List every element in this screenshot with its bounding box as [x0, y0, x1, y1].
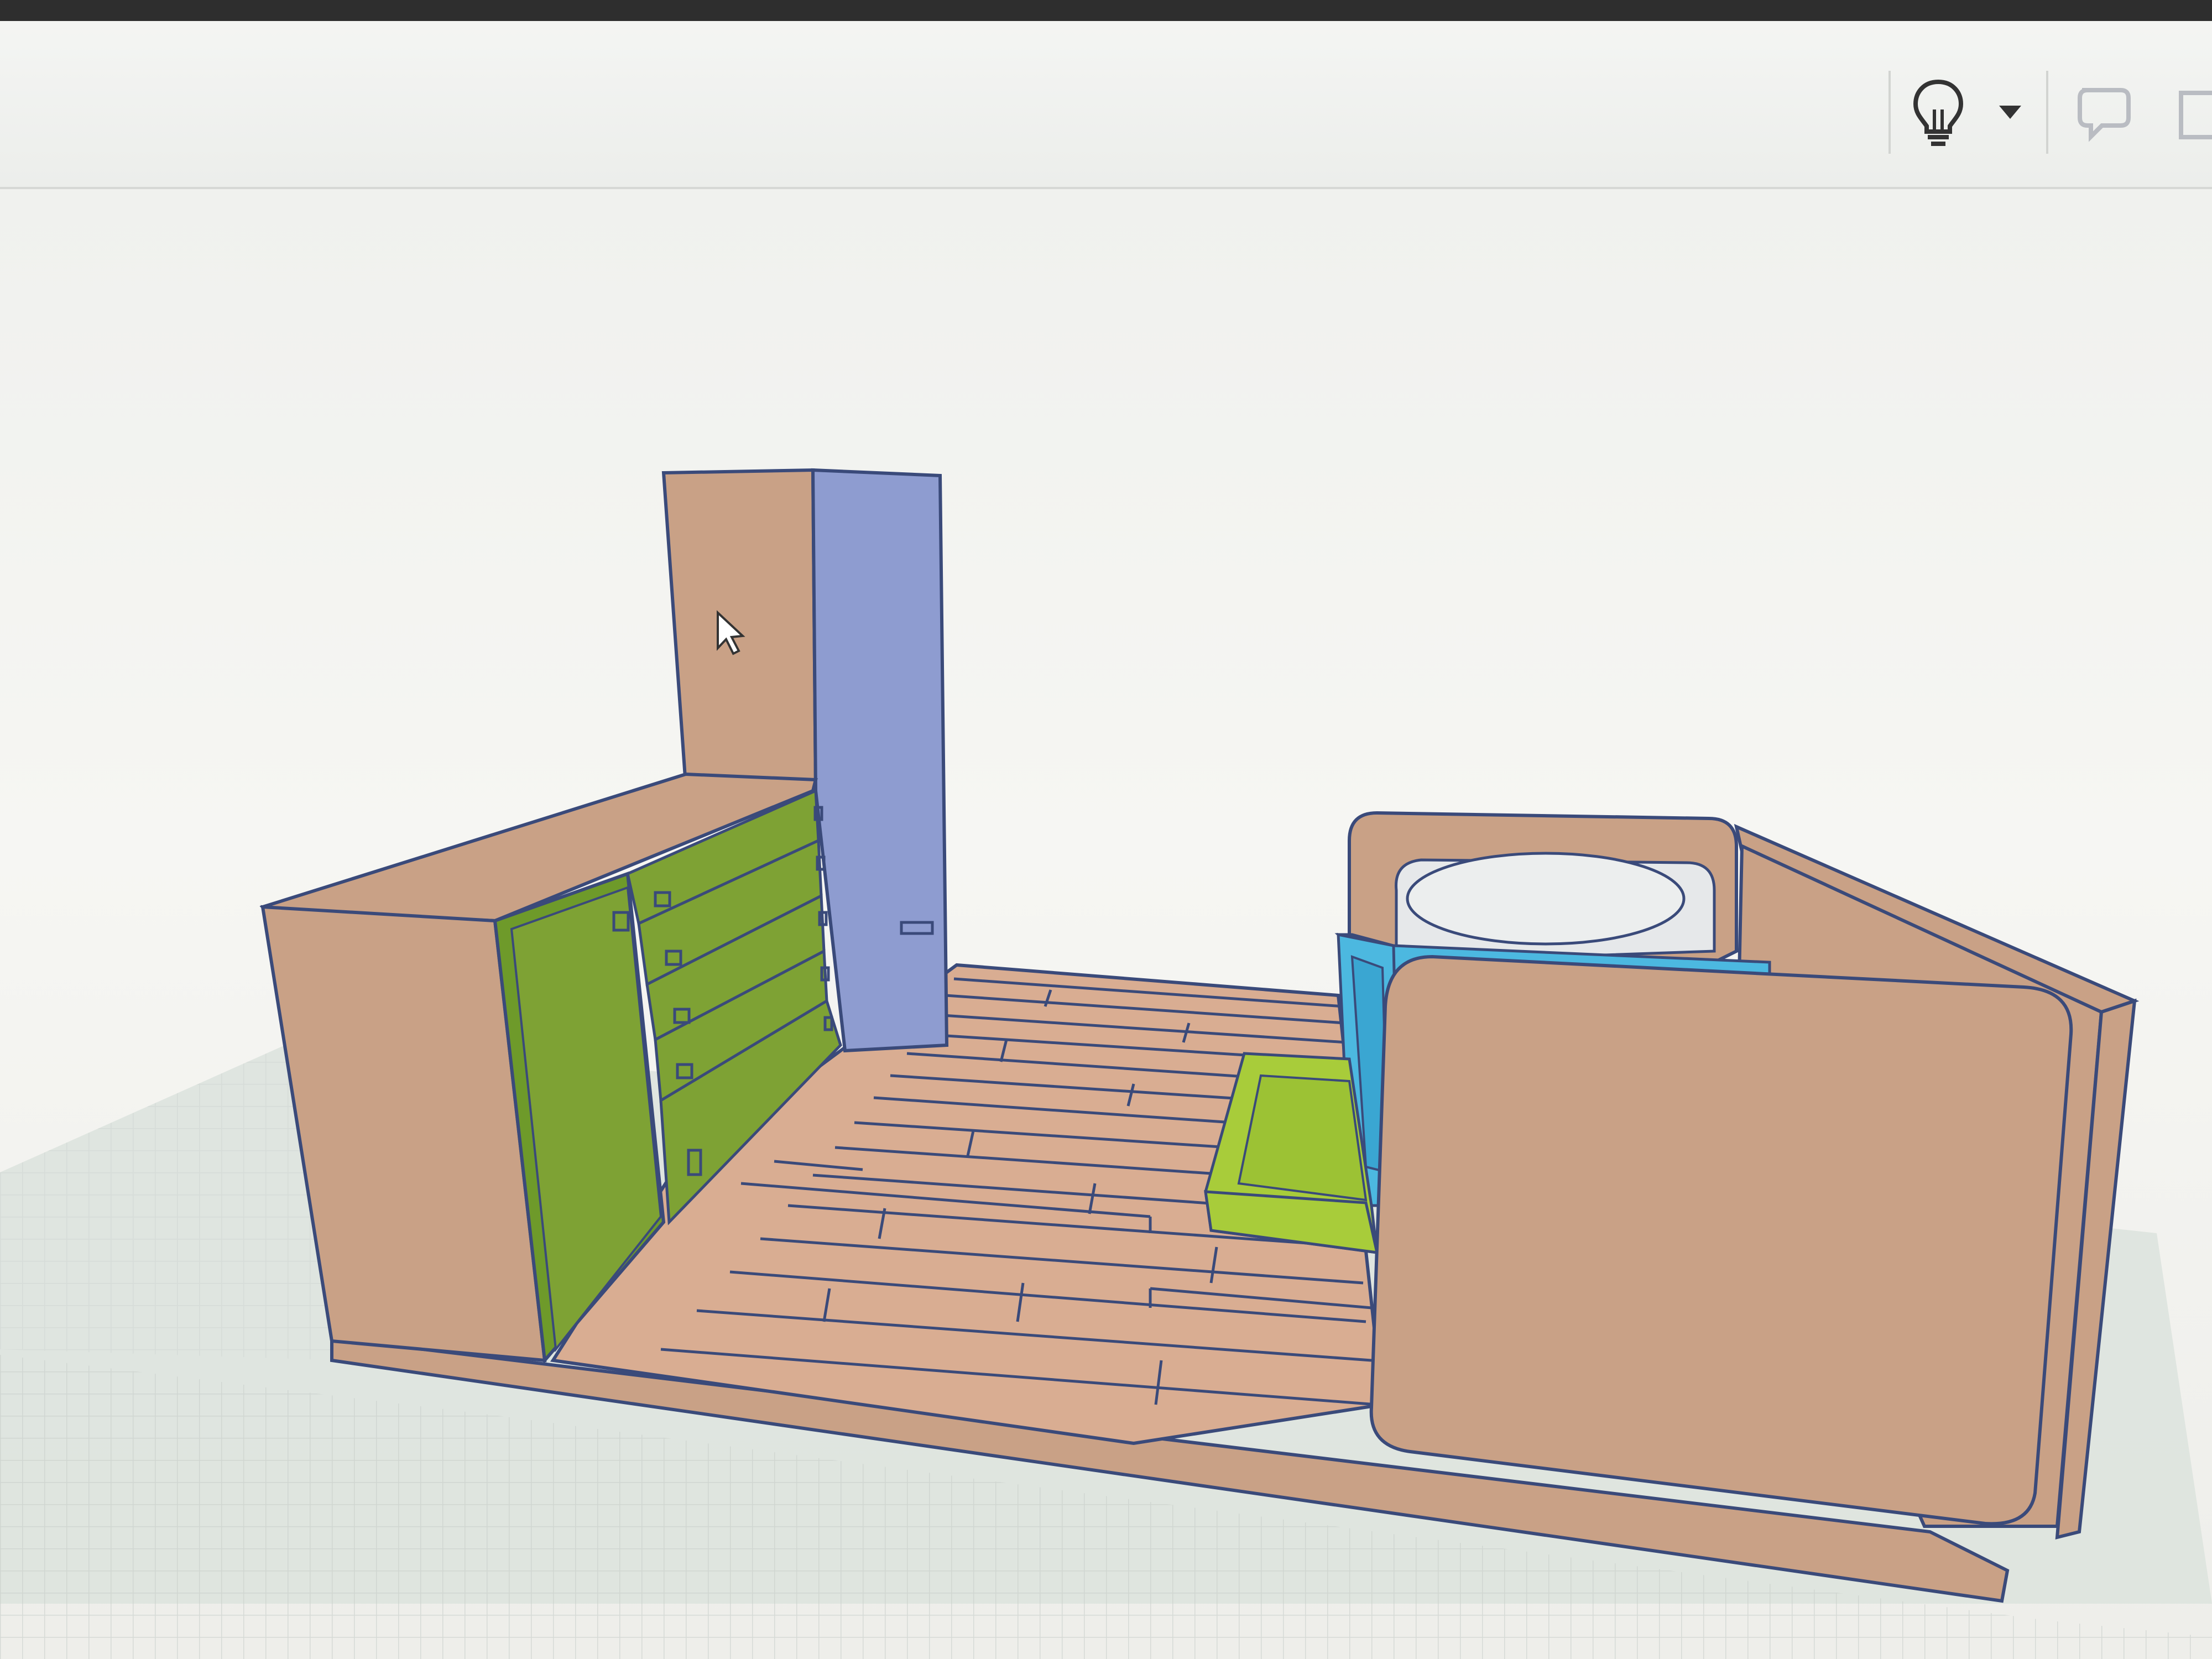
- bathtub-basin: [1406, 852, 1686, 946]
- tall-cabinet-side-panel[interactable]: [811, 468, 949, 1053]
- front-wall-panel[interactable]: [1369, 954, 2073, 1526]
- 3d-scene[interactable]: [0, 0, 2212, 1659]
- screen: [0, 0, 2212, 1659]
- tall-cabinet[interactable]: [661, 468, 818, 793]
